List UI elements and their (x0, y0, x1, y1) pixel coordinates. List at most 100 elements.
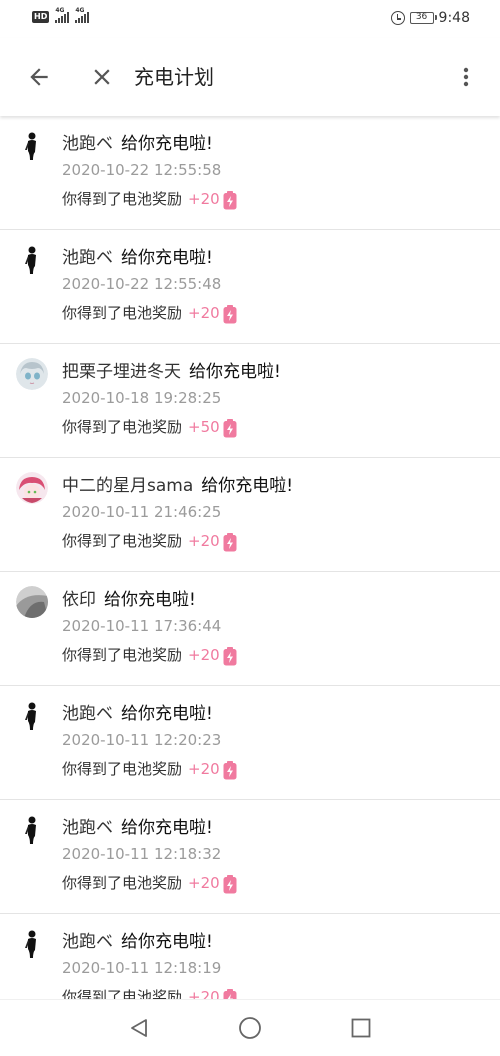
reward-line: 你得到了电池奖励 +20 (62, 302, 237, 324)
list-item[interactable]: 把栗子埋进冬天 给你充电啦! 2020-10-18 19:28:25 你得到了电池奖励… (0, 344, 500, 458)
user-name[interactable]: 池跑ベ (62, 134, 113, 154)
reward-line: 你得到了电池奖励 +50 (62, 416, 237, 438)
action-text: 给你充电啦! (201, 476, 294, 496)
back-button[interactable] (19, 57, 59, 97)
avatar-figure-image (16, 928, 48, 960)
reward-text: 你得到了电池奖励 (62, 988, 183, 1000)
item-headline: 中二的星月sama 给你充电啦! (62, 474, 293, 498)
timestamp: 2020-10-11 21:46:25 (62, 503, 222, 521)
status-bar: HD 4G 4G 36 9:48 (0, 0, 500, 38)
item-headline: 池跑ベ 给你充电啦! (62, 132, 213, 156)
reward-text: 你得到了电池奖励 (62, 874, 183, 892)
reward-amount: +20 (188, 646, 220, 664)
reward-line: 你得到了电池奖励 +20 (62, 986, 237, 1000)
list-item[interactable]: 中二的星月sama 给你充电啦! 2020-10-11 21:46:25 你得到了电池… (0, 458, 500, 572)
timestamp: 2020-10-11 12:18:32 (62, 845, 222, 863)
action-text: 给你充电啦! (104, 590, 196, 610)
system-nav-bar (0, 999, 500, 1056)
user-name[interactable]: 池跑ベ (62, 248, 113, 268)
reward-text: 你得到了电池奖励 (62, 418, 183, 436)
reward-amount: +20 (188, 988, 220, 1000)
timestamp: 2020-10-18 19:28:25 (62, 389, 222, 407)
nav-home-button[interactable] (238, 1016, 262, 1040)
avatar[interactable] (16, 130, 48, 162)
reward-line: 你得到了电池奖励 +20 (62, 758, 237, 780)
list-item[interactable]: 池跑ベ 给你充电啦! 2020-10-22 12:55:48 你得到了电池奖励 +20 (0, 230, 500, 344)
status-right: 36 9:48 (390, 10, 470, 26)
list-item[interactable]: 池跑ベ 给你充电啦! 2020-10-22 12:55:58 你得到了电池奖励 +20 (0, 116, 500, 230)
user-name[interactable]: 把栗子埋进冬天 (62, 362, 181, 382)
battery-icon (223, 646, 237, 665)
reward-amount: +20 (188, 532, 220, 550)
item-headline: 池跑ベ 给你充电啦! (62, 702, 213, 726)
user-name[interactable]: 池跑ベ (62, 704, 113, 724)
battery-icon (223, 304, 237, 323)
battery-icon (223, 874, 237, 893)
reward-text: 你得到了电池奖励 (62, 646, 183, 664)
app-bar: 充电计划 (0, 38, 500, 116)
alarm-icon (390, 11, 405, 25)
action-text: 给你充电啦! (121, 248, 213, 268)
battery-icon (223, 418, 237, 437)
close-button[interactable] (82, 57, 122, 97)
reward-line: 你得到了电池奖励 +20 (62, 872, 237, 894)
action-text: 给你充电啦! (121, 704, 213, 724)
avatar[interactable] (16, 814, 48, 846)
status-time: 9:48 (438, 10, 470, 26)
user-name[interactable]: 池跑ベ (62, 818, 113, 838)
hd-badge: HD (32, 11, 50, 23)
avatar[interactable] (16, 700, 48, 732)
avatar-figure-image (16, 814, 48, 846)
reward-amount: +20 (188, 304, 220, 322)
action-text: 给你充电啦! (121, 932, 213, 952)
avatar-figure-image (16, 700, 48, 732)
item-headline: 池跑ベ 给你充电啦! (62, 246, 213, 270)
page-title: 充电计划 (134, 65, 214, 89)
reward-text: 你得到了电池奖励 (62, 304, 183, 322)
reward-line: 你得到了电池奖励 +20 (62, 530, 237, 552)
more-options-button[interactable] (446, 57, 486, 97)
avatar[interactable] (16, 472, 48, 504)
reward-line: 你得到了电池奖励 +20 (62, 188, 237, 210)
avatar-anime-image (16, 358, 48, 390)
reward-text: 你得到了电池奖励 (62, 760, 183, 778)
reward-text: 你得到了电池奖励 (62, 190, 183, 208)
battery-icon (223, 760, 237, 779)
timestamp: 2020-10-22 12:55:58 (62, 161, 222, 179)
timestamp: 2020-10-11 17:36:44 (62, 617, 222, 635)
list-item[interactable]: 池跑ベ 给你充电啦! 2020-10-11 12:18:32 你得到了电池奖励 +20 (0, 800, 500, 914)
avatar[interactable] (16, 358, 48, 390)
reward-text: 你得到了电池奖励 (62, 532, 183, 550)
charge-record-list[interactable]: 池跑ベ 给你充电啦! 2020-10-22 12:55:58 你得到了电池奖励 +20 … (0, 116, 500, 1000)
list-item[interactable]: 池跑ベ 给你充电啦! 2020-10-11 12:18:19 你得到了电池奖励 +20 (0, 914, 500, 1000)
avatar-figure-image (16, 130, 48, 162)
list-item[interactable]: 池跑ベ 给你充电啦! 2020-10-11 12:20:23 你得到了电池奖励 +20 (0, 686, 500, 800)
timestamp: 2020-10-11 12:18:19 (62, 959, 222, 977)
reward-amount: +20 (188, 760, 220, 778)
avatar[interactable] (16, 244, 48, 276)
close-icon (94, 69, 110, 85)
user-name[interactable]: 中二的星月sama (62, 476, 193, 496)
item-headline: 池跑ベ 给你充电啦! (62, 930, 213, 954)
action-text: 给你充电啦! (189, 362, 281, 382)
action-text: 给你充电啦! (121, 134, 213, 154)
square-recents-icon (351, 1018, 371, 1038)
user-name[interactable]: 池跑ベ (62, 932, 113, 952)
user-name[interactable]: 依印 (62, 590, 96, 610)
battery-icon (223, 190, 237, 209)
action-text: 给你充电啦! (121, 818, 213, 838)
more-vertical-icon (463, 67, 469, 87)
avatar-figure-image (16, 244, 48, 276)
avatar-gray-image (16, 586, 48, 618)
avatar[interactable] (16, 586, 48, 618)
nav-back-button[interactable] (127, 1016, 151, 1040)
timestamp: 2020-10-22 12:55:48 (62, 275, 222, 293)
reward-line: 你得到了电池奖励 +20 (62, 644, 237, 666)
list-item[interactable]: 依印 给你充电啦! 2020-10-11 17:36:44 你得到了电池奖励 +20 (0, 572, 500, 686)
avatar[interactable] (16, 928, 48, 960)
battery-level-icon: 36 (409, 12, 437, 24)
battery-icon (223, 532, 237, 551)
nav-recents-button[interactable] (349, 1016, 373, 1040)
reward-amount: +20 (188, 190, 220, 208)
item-headline: 池跑ベ 给你充电啦! (62, 816, 213, 840)
